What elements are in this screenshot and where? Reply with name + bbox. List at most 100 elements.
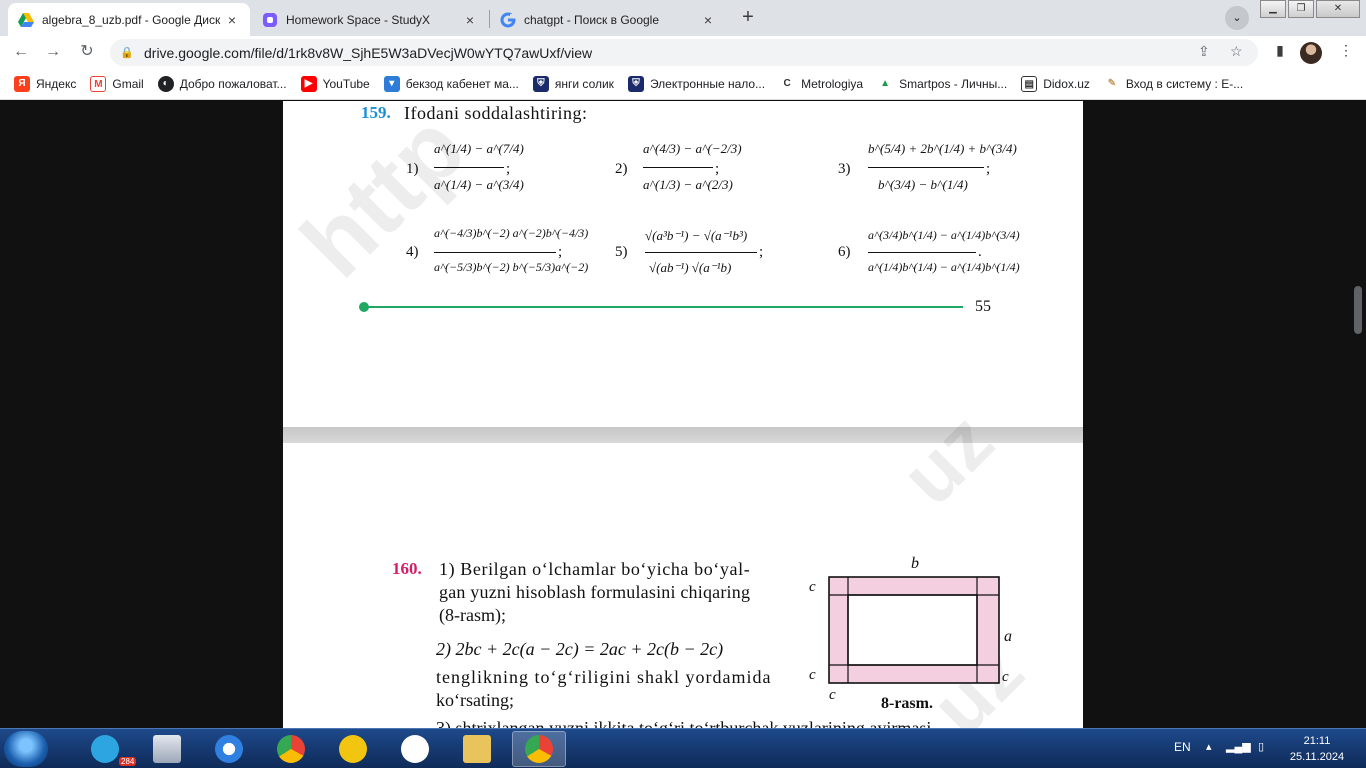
page-number: 55: [975, 298, 991, 315]
language-indicator[interactable]: EN: [1174, 740, 1191, 754]
taskbar-chrome-active[interactable]: [512, 731, 566, 767]
expression-label: 4): [406, 244, 419, 260]
bookmark-welcome[interactable]: ◐ Добро пожаловат...: [157, 75, 287, 92]
denominator: a^(−5/3)b^(−2) b^(−5/3)a^(−2): [434, 260, 589, 274]
expression-label: 1): [406, 161, 419, 177]
fraction-bar: [434, 252, 556, 253]
close-icon[interactable]: ×: [462, 12, 478, 28]
bookmark-didox[interactable]: ▤ Didox.uz: [1021, 75, 1090, 92]
fraction-bar: [645, 252, 757, 253]
taskbar-autocad[interactable]: [326, 731, 380, 767]
signal-icon[interactable]: ▂▄▆: [1226, 740, 1251, 753]
share-icon[interactable]: ⇪: [1198, 43, 1210, 60]
expression-label: 2): [615, 161, 628, 177]
bookmark-yangi-solik[interactable]: ⛨ янги солик: [532, 75, 614, 92]
numerator: √(a³b⁻¹) − √(a⁻¹b³): [645, 228, 748, 243]
bookmark-gmail[interactable]: M Gmail: [90, 75, 144, 92]
menu-icon[interactable]: ⋮: [1336, 42, 1356, 62]
page-footer-line: [363, 306, 963, 308]
close-icon[interactable]: ×: [700, 12, 716, 28]
back-button[interactable]: ←: [10, 41, 32, 63]
expression-label: 3): [838, 161, 851, 177]
pdf-viewer[interactable]: http 159. Ifodani soddalashtiring: 1) a^…: [0, 101, 1366, 728]
bookmark-yandex[interactable]: Я Яндекс: [14, 75, 77, 92]
bookmark-login[interactable]: ✎ Вход в систему : E-...: [1103, 75, 1243, 92]
tab-search-button[interactable]: ⌄: [1225, 6, 1249, 30]
bookmark-e-tax[interactable]: ⛨ Электронные нало...: [627, 75, 766, 92]
scrollbar-thumb[interactable]: [1354, 286, 1362, 334]
bookmark-youtube[interactable]: ▶ YouTube: [300, 75, 370, 92]
taskbar-chrome[interactable]: [264, 731, 318, 767]
tab-strip: algebra_8_uzb.pdf - Google Диск × Homewo…: [0, 0, 1366, 36]
yandex-icon: Я: [14, 75, 30, 92]
denominator: √(ab⁻¹) √(a⁻¹b): [649, 260, 732, 275]
bookmark-label: YouTube: [322, 76, 370, 91]
punctuation: ;: [558, 244, 563, 260]
tab-title: algebra_8_uzb.pdf - Google Диск: [42, 12, 221, 27]
bookmark-label: бекзод кабенет ма...: [405, 76, 519, 91]
avatar[interactable]: [1300, 42, 1322, 64]
minimize-button[interactable]: ▁: [1260, 0, 1286, 18]
punctuation: ;: [986, 161, 991, 177]
expression-label: 5): [615, 244, 628, 260]
windows-taskbar: 284 EN ▴ ▂▄▆ ▯ 21:11 25.11.2024: [0, 728, 1366, 768]
bookmark-label: Электронные нало...: [649, 76, 766, 91]
problem-line: ko‘rsating;: [436, 690, 514, 710]
tab-google-search[interactable]: chatgpt - Поиск в Google ×: [490, 3, 726, 36]
new-tab-button[interactable]: +: [735, 6, 761, 30]
maximize-button[interactable]: ❐: [1288, 0, 1314, 18]
fraction-bar: [868, 167, 984, 168]
browser-toolbar: ← → ↻ 🔒 drive.google.com/file/d/1rk8v8W_…: [0, 36, 1366, 68]
taskbar-yandex-browser[interactable]: [388, 731, 442, 767]
bookmark-metrologiya[interactable]: C Metrologiya: [779, 75, 864, 92]
bookmark-label: Яндекс: [36, 76, 77, 91]
forward-button[interactable]: →: [42, 41, 64, 63]
figure-rectangle-diagram: b c c c a c: [809, 555, 1012, 701]
problem-line: gan yuzni hisoblash formulasini chiqarin…: [439, 582, 751, 602]
bookmark-star-icon[interactable]: ☆: [1230, 43, 1243, 60]
bookmark-label: Gmail: [112, 76, 144, 91]
punctuation: .: [978, 244, 982, 260]
tax-icon: ⛨: [627, 75, 644, 92]
figure-caption: 8-rasm.: [881, 695, 933, 712]
pdf-page-56: uz uz 160. 1) Berilgan o‘lchamlar bo‘yic…: [283, 396, 1083, 728]
punctuation: ;: [715, 161, 720, 177]
tab-google-drive[interactable]: algebra_8_uzb.pdf - Google Диск ×: [8, 3, 250, 36]
numerator: a^(−4/3)b^(−2) a^(−2)b^(−4/3): [434, 226, 589, 240]
reload-button[interactable]: ↻: [76, 41, 98, 63]
screen: algebra_8_uzb.pdf - Google Диск × Homewo…: [0, 0, 1366, 768]
tab-studyx[interactable]: Homework Space - StudyX ×: [252, 3, 488, 36]
tray-expand-icon[interactable]: ▴: [1206, 740, 1212, 753]
problem-line: tenglikning to‘g‘riligini shakl yordamid…: [436, 667, 772, 687]
label-a: a: [1004, 628, 1012, 645]
calculator-icon: [153, 735, 181, 763]
battery-icon[interactable]: ▯: [1258, 740, 1264, 753]
window-close-button[interactable]: ✕: [1316, 0, 1360, 18]
numerator: a^(3/4)b^(1/4) − a^(1/4)b^(3/4): [868, 228, 1020, 242]
taskbar-file-explorer[interactable]: [450, 731, 504, 767]
taskbar-telegram[interactable]: 284: [78, 731, 137, 767]
problem-line: (8-rasm);: [439, 605, 506, 625]
clock-time: 21:11: [1303, 735, 1331, 747]
bookmark-label: Didox.uz: [1043, 76, 1090, 91]
taskbar-internet-explorer[interactable]: [202, 731, 256, 767]
close-icon[interactable]: ×: [224, 12, 240, 28]
tax-icon: ⛨: [532, 75, 549, 92]
fraction-bar: [868, 252, 976, 253]
internet-explorer-icon: [215, 735, 243, 763]
start-button[interactable]: [4, 731, 48, 767]
bookmark-bekzod[interactable]: ▾ бекзод кабенет ма...: [383, 75, 519, 92]
bookmark-label: Добро пожаловат...: [179, 76, 287, 91]
address-bar[interactable]: 🔒 drive.google.com/file/d/1rk8v8W_SjhE5W…: [110, 39, 1258, 66]
telegram-icon: 284: [91, 735, 137, 766]
side-panel-icon[interactable]: ▮: [1270, 42, 1290, 62]
taskbar-calculator[interactable]: [140, 731, 194, 767]
file-explorer-icon: [463, 735, 491, 763]
bookmark-label: Metrologiya: [801, 76, 864, 91]
numerator: a^(4/3) − a^(−2/3): [643, 141, 742, 156]
bookmark-smartpos[interactable]: ▲ Smartpos - Личны...: [877, 75, 1007, 92]
label-c: c: [809, 579, 816, 595]
clock[interactable]: 21:11 25.11.2024: [1282, 733, 1352, 765]
fraction-bar: [434, 167, 504, 168]
problem-line: 2) 2bc + 2c(a − 2c) = 2ac + 2c(b − 2c): [436, 639, 724, 659]
